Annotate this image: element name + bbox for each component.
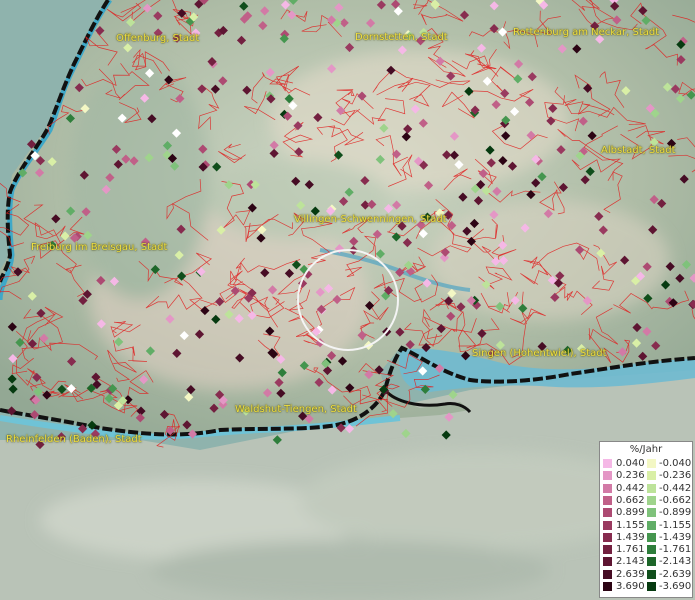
legend-value-positive: 3.690 <box>616 581 645 592</box>
legend-value-positive: 2.143 <box>616 556 645 568</box>
legend-value-positive: 1.761 <box>616 544 645 556</box>
legend-value-negative: -1.155 <box>659 519 692 531</box>
legend-value-positive: 0.236 <box>616 470 645 482</box>
legend-swatch-positive <box>603 557 612 567</box>
city-label-singen: Singen (Hohentwiel), Stadt <box>472 348 607 359</box>
legend-row: 1.439 -1.439 <box>600 532 692 543</box>
legend-swatch-positive <box>603 545 612 555</box>
map-canvas[interactable] <box>0 0 695 600</box>
legend-row: 0.662 -0.662 <box>600 495 692 506</box>
legend-swatch-positive <box>603 483 612 493</box>
legend-swatch-negative <box>647 557 656 567</box>
legend-swatch-negative <box>647 520 656 530</box>
legend-swatch-negative <box>647 532 656 542</box>
legend-title: %/Jahr <box>629 444 663 455</box>
city-label-offenburg: Offenburg, Stadt <box>116 33 200 44</box>
legend-swatch-negative <box>647 582 656 591</box>
city-label-villingen-schwenningen: Villingen-Schwenningen, Stadt <box>294 214 447 225</box>
legend-value-negative: -0.899 <box>659 507 692 519</box>
legend-value-negative: -0.442 <box>659 482 692 494</box>
legend-swatch-positive <box>603 582 612 591</box>
legend-swatch-positive <box>603 495 612 505</box>
legend-row: 1.761 -1.761 <box>600 544 692 555</box>
city-label-rheinfelden: Rheinfelden (Baden), Stadt <box>6 434 142 445</box>
legend-swatch-positive <box>603 471 612 481</box>
legend-value-positive: 0.442 <box>616 482 645 494</box>
legend-swatch-positive <box>603 569 612 579</box>
legend-value-negative: -2.143 <box>659 556 692 568</box>
legend-value-positive: 1.439 <box>616 531 645 543</box>
legend-swatch-negative <box>647 459 656 468</box>
legend-row: 0.040 -0.040 <box>600 458 692 469</box>
legend-value-negative: -1.439 <box>659 531 692 543</box>
legend-swatch-negative <box>647 508 656 518</box>
city-label-waldshut-tiengen: Waldshut-Tiengen, Stadt <box>235 404 357 415</box>
legend-swatch-positive <box>603 520 612 530</box>
city-label-dornstetten: Dornstetten, Stadt <box>355 32 448 43</box>
city-label-rottenburg: Rottenburg am Neckar, Stadt <box>513 27 660 38</box>
legend-row: 2.639 -2.639 <box>600 569 692 580</box>
city-label-albstadt: Albstadt, Stadt <box>601 145 676 156</box>
legend-swatch-negative <box>647 569 656 579</box>
legend-swatch-positive <box>603 508 612 518</box>
legend-value-negative: -2.639 <box>659 568 692 580</box>
legend-value-positive: 0.899 <box>616 507 645 519</box>
legend-swatch-positive <box>603 532 612 542</box>
legend-row: 0.442 -0.442 <box>600 483 692 494</box>
legend-value-positive: 1.155 <box>616 519 645 531</box>
legend-row: 0.899 -0.899 <box>600 507 692 518</box>
legend-row: 1.155 -1.155 <box>600 520 692 531</box>
legend-value-positive: 2.639 <box>616 568 645 580</box>
legend-value-positive: 0.040 <box>616 458 645 469</box>
legend-swatch-negative <box>647 483 656 493</box>
legend-value-negative: -0.236 <box>659 470 692 482</box>
map-view[interactable]: Offenburg, Stadt Dornstetten, Stadt Rott… <box>0 0 695 600</box>
legend-value-negative: -1.761 <box>659 544 692 556</box>
legend-row: 2.143 -2.143 <box>600 556 692 567</box>
city-label-freiburg: Freiburg im Breisgau, Stadt <box>31 242 168 253</box>
legend-swatch-negative <box>647 545 656 555</box>
legend: %/Jahr 0.040 -0.040 0.236 -0.236 0.442 -0.442… <box>599 441 693 598</box>
legend-value-negative: -3.690 <box>659 581 692 592</box>
legend-value-positive: 0.662 <box>616 494 645 506</box>
legend-swatch-positive <box>603 459 612 468</box>
legend-swatch-negative <box>647 471 656 481</box>
legend-row: 0.236 -0.236 <box>600 470 692 481</box>
legend-value-negative: -0.040 <box>659 458 692 469</box>
legend-swatch-negative <box>647 495 656 505</box>
legend-value-negative: -0.662 <box>659 494 692 506</box>
legend-row: 3.690 -3.690 <box>600 581 692 592</box>
